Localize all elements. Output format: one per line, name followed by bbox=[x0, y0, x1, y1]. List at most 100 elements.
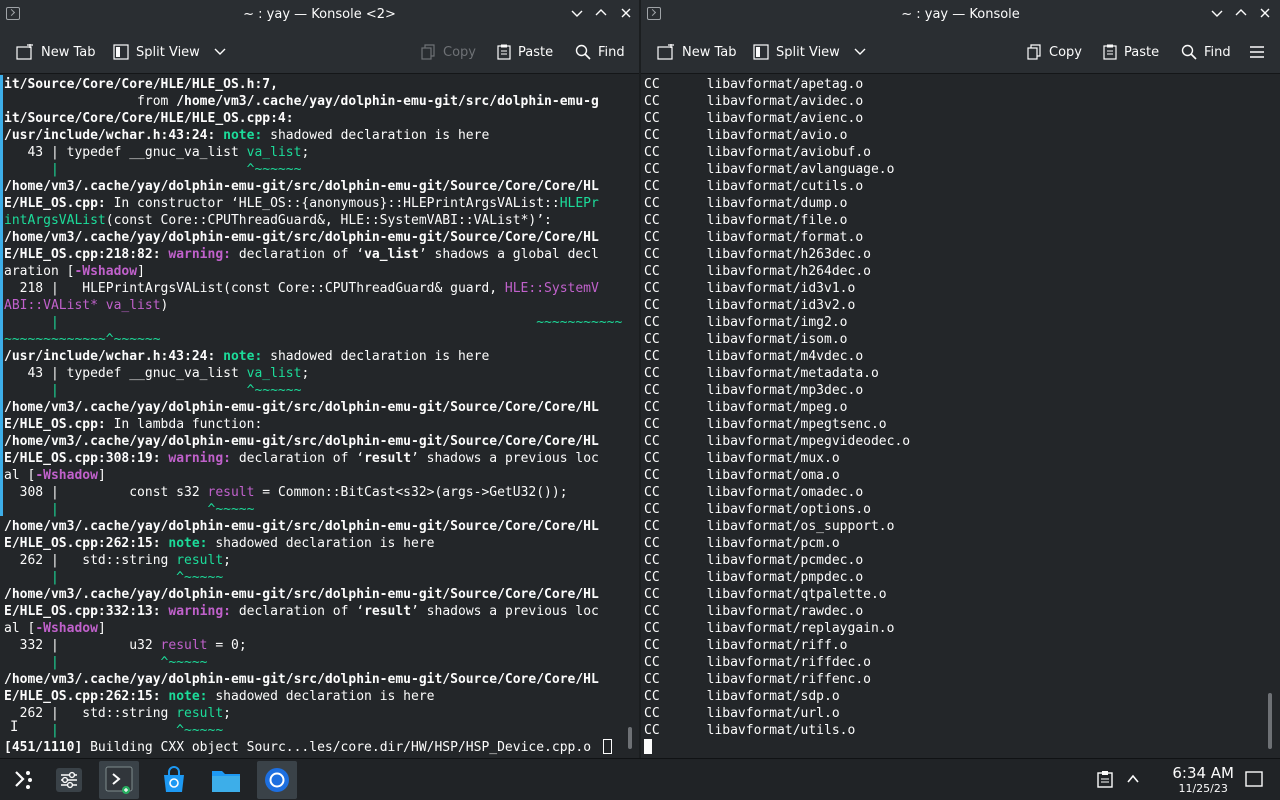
digital-clock[interactable]: 6:34 AM 11/25/23 bbox=[1172, 764, 1234, 795]
terminal-line: aration [-Wshadow] bbox=[4, 264, 145, 279]
clipboard-icon[interactable] bbox=[1097, 770, 1113, 792]
paste-label: Paste bbox=[518, 44, 554, 60]
search-icon bbox=[1181, 44, 1197, 60]
find-button[interactable]: Find bbox=[575, 41, 625, 63]
terminal-line: [451/1110] Building CXX object Sourc...l… bbox=[4, 740, 592, 755]
split-view-icon bbox=[113, 44, 129, 60]
maximize-icon[interactable] bbox=[590, 4, 612, 26]
terminal-line: al [-Wshadow] bbox=[4, 621, 106, 636]
text-cursor-icon: I bbox=[10, 719, 19, 735]
new-tab-button[interactable]: New Tab bbox=[657, 41, 737, 63]
terminal-line: CC libavformat/options.o bbox=[644, 502, 871, 517]
terminal-text: CC libavformat/apetag.o CC libavformat/av… bbox=[644, 76, 910, 739]
terminal-line: CC libavformat/pmpdec.o bbox=[644, 570, 864, 585]
terminal-line: CC libavformat/sdp.o bbox=[644, 689, 840, 704]
terminal-line: CC libavformat/metadata.o bbox=[644, 366, 879, 381]
terminal-line: E/HLE_OS.cpp:308:19: warning: declaratio… bbox=[4, 451, 599, 466]
terminal-line: CC libavformat/mpeg.o bbox=[644, 400, 848, 415]
terminal-line: 43 | typedef __gnuc_va_list va_list; bbox=[4, 145, 310, 160]
terminal-line: CC libavformat/cutils.o bbox=[644, 179, 864, 194]
terminal-line: E/HLE_OS.cpp:262:15: note: shadowed decl… bbox=[4, 536, 435, 551]
title-bar[interactable]: ~ : yay — Konsole <2> bbox=[0, 0, 639, 29]
terminal-line: CC libavformat/utils.o bbox=[644, 723, 856, 738]
terminal-line: ABI::VAList* va_list) bbox=[4, 298, 169, 313]
scrollbar[interactable] bbox=[1264, 75, 1276, 758]
toolbar: New Tab Split View Copy Paste Find bbox=[0, 29, 639, 74]
hamburger-menu-button[interactable] bbox=[1249, 41, 1265, 63]
system-settings-button[interactable] bbox=[49, 761, 89, 799]
konsole-window-left: ~ : yay — Konsole <2> New Tab Split View… bbox=[0, 0, 639, 758]
minimize-icon[interactable] bbox=[566, 4, 588, 26]
konsole-window-right: ~ : yay — Konsole New Tab Split View Cop… bbox=[641, 0, 1280, 758]
taskbar: 6:34 AM 11/25/23 bbox=[0, 758, 1280, 800]
split-view-label: Split View bbox=[136, 44, 200, 60]
system-settings-icon bbox=[56, 768, 82, 792]
active-pane-indicator bbox=[0, 75, 3, 516]
chromium-browser-button[interactable] bbox=[257, 761, 297, 799]
find-button[interactable]: Find bbox=[1181, 41, 1231, 63]
scrollbar-thumb[interactable] bbox=[1268, 693, 1272, 749]
paste-button[interactable]: Paste bbox=[497, 41, 553, 63]
terminal-line: CC libavformat/format.o bbox=[644, 230, 864, 245]
application-launcher-icon bbox=[15, 771, 32, 789]
paste-button[interactable]: Paste bbox=[1103, 41, 1159, 63]
terminal-line: it/Source/Core/Core/HLE/HLE_OS.cpp:4: bbox=[4, 111, 294, 126]
terminal-line: 332 | u32 result = 0; bbox=[4, 638, 247, 653]
show-desktop-icon[interactable] bbox=[1245, 771, 1263, 791]
dolphin-file-manager-button[interactable] bbox=[206, 761, 246, 799]
new-tab-button[interactable]: New Tab bbox=[16, 41, 96, 63]
terminal-line: from /home/vm3/.cache/yay/dolphin-emu-gi… bbox=[4, 94, 599, 109]
terminal-line: E/HLE_OS.cpp:262:15: note: shadowed decl… bbox=[4, 689, 435, 704]
scrollbar[interactable] bbox=[624, 75, 636, 758]
terminal-line: 43 | typedef __gnuc_va_list va_list; bbox=[4, 366, 310, 381]
terminal-line: CC libavformat/riffenc.o bbox=[644, 672, 871, 687]
terminal-line: E/HLE_OS.cpp:218:82: warning: declaratio… bbox=[4, 247, 599, 262]
close-icon[interactable] bbox=[1254, 4, 1276, 26]
terminal-line: CC libavformat/apetag.o bbox=[644, 77, 864, 92]
copy-button[interactable]: Copy bbox=[1027, 41, 1082, 63]
scrollbar-thumb[interactable] bbox=[628, 727, 632, 749]
application-launcher-button[interactable] bbox=[2, 761, 42, 799]
terminal-line: CC libavformat/url.o bbox=[644, 706, 840, 721]
terminal-line: E/HLE_OS.cpp:332:13: warning: declaratio… bbox=[4, 604, 599, 619]
chromium-browser-icon bbox=[265, 768, 289, 792]
terminal-line: /home/vm3/.cache/yay/dolphin-emu-git/src… bbox=[4, 672, 599, 687]
terminal-line: E/HLE_OS.cpp: In constructor ‘HLE_OS::{a… bbox=[4, 196, 599, 211]
window-title: ~ : yay — Konsole <2> bbox=[243, 7, 396, 22]
terminal-line: CC libavformat/omadec.o bbox=[644, 485, 864, 500]
discover-store-button[interactable] bbox=[154, 761, 194, 799]
copy-icon bbox=[421, 44, 435, 60]
terminal-line: /usr/include/wchar.h:43:24: note: shadow… bbox=[4, 128, 490, 143]
new-tab-label: New Tab bbox=[41, 44, 96, 60]
close-icon[interactable] bbox=[615, 4, 637, 26]
maximize-icon[interactable] bbox=[1230, 4, 1252, 26]
clock-time: 6:34 AM bbox=[1172, 764, 1234, 782]
paste-icon bbox=[497, 44, 511, 60]
terminal-line: /home/vm3/.cache/yay/dolphin-emu-git/src… bbox=[4, 400, 599, 415]
split-view-button[interactable]: Split View bbox=[113, 41, 227, 63]
minimize-icon[interactable] bbox=[1206, 4, 1228, 26]
terminal-line: CC libavformat/riffdec.o bbox=[644, 655, 871, 670]
terminal-line: /usr/include/wchar.h:43:24: note: shadow… bbox=[4, 349, 490, 364]
terminal-line: /home/vm3/.cache/yay/dolphin-emu-git/src… bbox=[4, 230, 599, 245]
terminal-line: ~~~~~~~~~~~~~^~~~~~~ bbox=[4, 332, 161, 347]
terminal-text: it/Source/Core/Core/HLE/HLE_OS.h:7, from… bbox=[4, 76, 622, 756]
terminal-output[interactable]: it/Source/Core/Core/HLE/HLE_OS.h:7, from… bbox=[0, 75, 639, 758]
tray-expand-icon[interactable] bbox=[1126, 771, 1140, 790]
terminal-line: CC libavformat/isom.o bbox=[644, 332, 848, 347]
terminal-line: CC libavformat/mp3dec.o bbox=[644, 383, 864, 398]
terminal-line: intArgsVAList(const Core::CPUThreadGuard… bbox=[4, 213, 552, 228]
terminal-line: 262 | std::string result; bbox=[4, 553, 231, 568]
new-tab-icon bbox=[657, 44, 674, 60]
terminal-line: CC libavformat/mpegtsenc.o bbox=[644, 417, 887, 432]
clock-date: 11/25/23 bbox=[1178, 782, 1228, 795]
terminal-line: CC libavformat/aviobuf.o bbox=[644, 145, 871, 160]
konsole-task-button[interactable] bbox=[99, 761, 139, 799]
copy-button[interactable]: Copy bbox=[421, 41, 476, 63]
terminal-line: /home/vm3/.cache/yay/dolphin-emu-git/src… bbox=[4, 179, 599, 194]
split-view-button[interactable]: Split View bbox=[753, 41, 867, 63]
terminal-line: | ^~~~~~~ bbox=[4, 162, 302, 177]
title-bar[interactable]: ~ : yay — Konsole bbox=[641, 0, 1280, 29]
new-tab-label: New Tab bbox=[682, 44, 737, 60]
terminal-output[interactable]: CC libavformat/apetag.o CC libavformat/av… bbox=[641, 75, 1280, 758]
